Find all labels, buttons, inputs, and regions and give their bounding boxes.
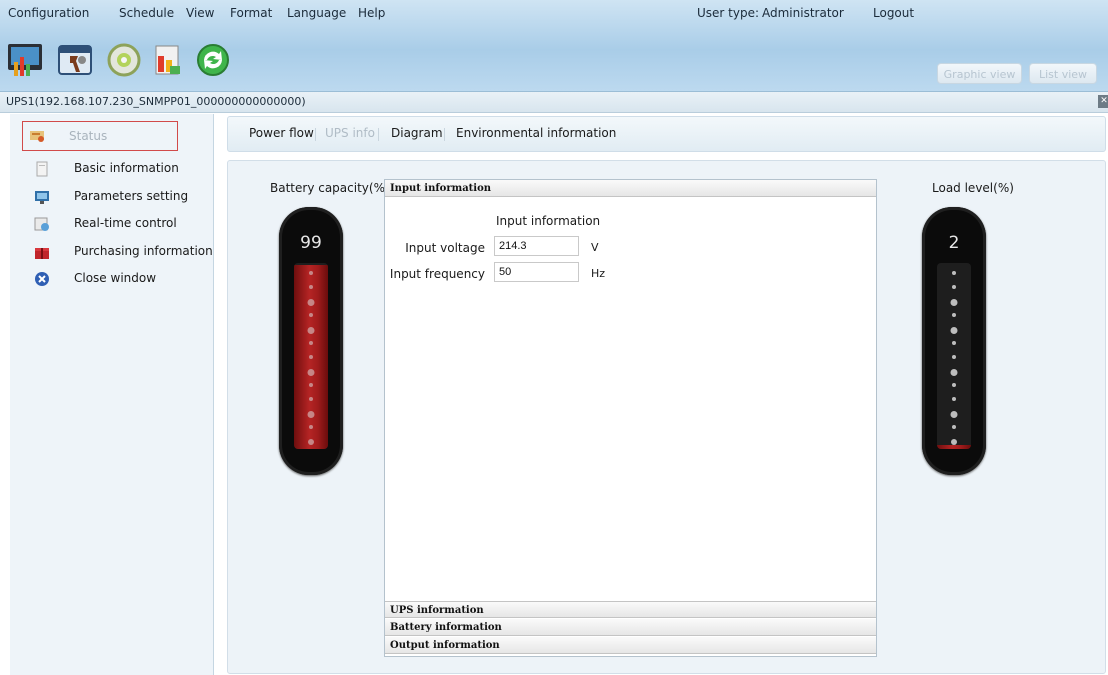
gauge-dot: [309, 313, 313, 317]
battery-information-header[interactable]: Battery information: [385, 619, 876, 636]
load-gauge: 2: [922, 207, 986, 475]
sidebar-item-label: Real-time control: [74, 216, 177, 230]
sidebar-item-label: Status: [69, 129, 108, 143]
menu-bar: Configuration Schedule View Format Langu…: [0, 0, 1108, 26]
monitor-chart-icon[interactable]: [6, 40, 46, 80]
refresh-icon[interactable]: [193, 40, 233, 80]
sidebar-item-label: Basic information: [74, 161, 179, 175]
battery-capacity-label: Battery capacity(%): [270, 181, 390, 195]
device-title-bar: UPS1(192.168.107.230_SNMPP01_00000000000…: [0, 92, 1108, 113]
menu-language[interactable]: Language: [287, 6, 346, 20]
monitor-settings-icon: [34, 189, 50, 205]
tab-power-flow[interactable]: Power flow: [249, 126, 314, 140]
close-device-icon[interactable]: ✕: [1098, 95, 1108, 108]
gauge-dot: [307, 411, 315, 418]
load-tube: [937, 263, 971, 449]
logout-link[interactable]: Logout: [873, 6, 914, 20]
gauge-dot: [309, 355, 313, 359]
output-information-header[interactable]: Output information: [385, 637, 876, 654]
load-level-label: Load level(%): [932, 181, 1014, 195]
tools-config-icon[interactable]: [56, 40, 96, 80]
tab-ups-info[interactable]: UPS info: [325, 126, 375, 140]
app-banner: Configuration Schedule View Format Langu…: [0, 0, 1108, 92]
user-type-value: Administrator: [762, 6, 844, 20]
sidebar-item-parameters-setting[interactable]: Parameters setting: [28, 186, 213, 208]
tab-bar: Power flow UPS info Diagram Environmenta…: [227, 116, 1106, 152]
sidebar-item-label: Close window: [74, 271, 157, 285]
sidebar-item-real-time-control[interactable]: Real-time control: [28, 213, 213, 235]
menu-view[interactable]: View: [186, 6, 214, 20]
input-voltage-label: Input voltage: [405, 241, 485, 255]
gauge-dot: [309, 271, 313, 275]
battery-tube: [294, 263, 328, 449]
menu-schedule[interactable]: Schedule: [119, 6, 174, 20]
device-title: UPS1(192.168.107.230_SNMPP01_00000000000…: [6, 95, 306, 108]
gauge-dot: [950, 411, 958, 418]
input-frequency-field[interactable]: [494, 262, 579, 282]
gauge-dot: [950, 369, 958, 376]
gauge-dot: [307, 327, 315, 334]
battery-gauge: 99: [279, 207, 343, 475]
graphic-view-button[interactable]: Graphic view: [937, 63, 1022, 84]
gauge-dot: [307, 299, 315, 306]
gauge-dot: [309, 341, 313, 345]
gauge-dot: [952, 425, 956, 429]
gauge-dot: [950, 299, 958, 306]
list-view-button[interactable]: List view: [1029, 63, 1097, 84]
gauge-dot: [952, 285, 956, 289]
tab-divider: [444, 128, 445, 141]
gauge-dot: [952, 271, 956, 275]
load-fill: [937, 445, 971, 449]
status-icon: [29, 128, 45, 144]
sidebar-item-close-window[interactable]: Close window: [28, 268, 213, 290]
input-frequency-label: Input frequency: [389, 267, 485, 281]
tab-environmental-information[interactable]: Environmental information: [456, 126, 616, 140]
menu-configuration[interactable]: Configuration: [8, 6, 89, 20]
sidebar-item-basic-information[interactable]: Basic information: [28, 158, 213, 180]
ups-information-header[interactable]: UPS information: [385, 601, 876, 618]
tab-divider: [315, 128, 316, 141]
menu-help[interactable]: Help: [358, 6, 385, 20]
gauge-dot: [952, 397, 956, 401]
input-voltage-unit: V: [591, 241, 599, 254]
load-value: 2: [948, 233, 960, 253]
input-form-title: Input information: [496, 214, 601, 228]
menu-format[interactable]: Format: [230, 6, 272, 20]
gauge-dot: [952, 313, 956, 317]
gauge-dot: [309, 397, 313, 401]
clipboard-report-icon[interactable]: [148, 40, 188, 80]
gauge-dot: [307, 369, 315, 376]
sidebar-item-purchasing-information[interactable]: Purchasing information: [28, 241, 213, 263]
gift-icon: [34, 244, 50, 260]
control-icon: [34, 216, 50, 232]
user-type-label: User type:: [697, 6, 760, 20]
sidebar-item-status[interactable]: Status: [22, 121, 178, 151]
sidebar-item-label: Purchasing information: [74, 244, 213, 258]
document-icon: [34, 161, 50, 177]
close-circle-icon: [34, 271, 50, 287]
gauge-dot: [952, 355, 956, 359]
gauge-dot: [308, 439, 314, 445]
input-voltage-field[interactable]: [494, 236, 579, 256]
info-accordion: Input information Input information Inpu…: [384, 179, 877, 657]
battery-value: 99: [300, 233, 322, 253]
gauge-dot: [309, 425, 313, 429]
tab-divider: [378, 128, 379, 141]
gauge-dot: [309, 383, 313, 387]
input-frequency-unit: Hz: [591, 267, 606, 280]
tab-diagram[interactable]: Diagram: [391, 126, 443, 140]
gauge-dot: [951, 439, 957, 445]
input-information-header[interactable]: Input information: [385, 180, 876, 197]
gauge-dot: [950, 327, 958, 334]
gauge-dot: [309, 285, 313, 289]
gauge-dot: [952, 341, 956, 345]
sidebar-item-label: Parameters setting: [74, 189, 189, 203]
gauge-dot: [952, 383, 956, 387]
disc-icon[interactable]: [104, 40, 144, 80]
